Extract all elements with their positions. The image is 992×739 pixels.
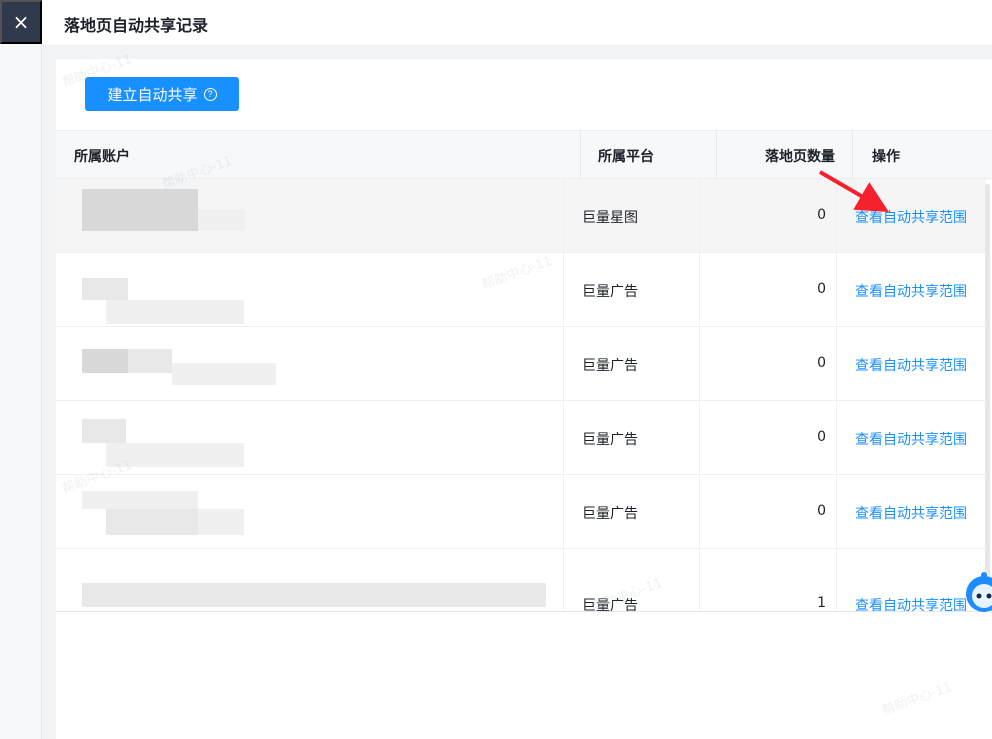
row-divider (836, 327, 837, 401)
account-mosaic (66, 401, 546, 475)
row-divider (563, 179, 564, 253)
header-action: 操作 (872, 149, 900, 165)
row-divider (563, 475, 564, 549)
create-auto-share-label: 建立自动共享 (107, 86, 198, 104)
view-share-scope-link[interactable]: 查看自动共享范围 (855, 281, 967, 301)
row-divider (563, 253, 564, 327)
count-cell: 0 (817, 281, 826, 297)
assistant-robot-icon[interactable] (962, 566, 992, 626)
view-share-scope-link[interactable]: 查看自动共享范围 (855, 429, 967, 449)
row-divider (563, 327, 564, 401)
annotation-arrow-icon (818, 170, 889, 213)
platform-cell: 巨量广告 (582, 432, 638, 448)
left-sidebar (0, 0, 42, 739)
view-share-scope-link[interactable]: 查看自动共享范围 (855, 503, 967, 523)
close-icon[interactable]: × (0, 0, 42, 44)
table-bottom-border (56, 611, 986, 612)
table-row: 巨量广告 1 查看自动共享范围 (56, 549, 986, 611)
row-divider (836, 253, 837, 327)
count-cell: 0 (817, 503, 826, 519)
row-divider (836, 549, 837, 611)
table-scrollbar[interactable] (985, 184, 990, 604)
account-mosaic (66, 179, 546, 253)
header-account: 所属账户 (74, 149, 130, 165)
platform-cell: 巨量广告 (582, 598, 638, 611)
header-count: 落地页数量 (765, 149, 835, 165)
table-row: 巨量广告 0 查看自动共享范围 (56, 253, 986, 327)
row-divider (699, 475, 700, 549)
row-divider (699, 327, 700, 401)
header-platform: 所属平台 (598, 149, 654, 165)
row-divider (699, 179, 700, 253)
account-mosaic (66, 253, 546, 327)
table-row: 巨量广告 0 查看自动共享范围 (56, 475, 986, 549)
row-divider (699, 253, 700, 327)
account-mosaic (66, 549, 546, 611)
table-body: 巨量星图 0 查看自动共享范围 巨量广告 0 查看自动共享范围 巨量广告 0 查… (56, 179, 986, 611)
row-divider (699, 549, 700, 611)
drawer-header: 落地页自动共享记录 (42, 0, 992, 46)
help-icon[interactable]: ? (203, 87, 217, 101)
share-record-page: × 落地页自动共享记录 建立自动共享 ? 所属账户 所属平台 落地页数量 操作 (0, 0, 992, 739)
view-share-scope-link[interactable]: 查看自动共享范围 (855, 355, 967, 375)
table-row: 巨量广告 0 查看自动共享范围 (56, 327, 986, 401)
row-divider (563, 549, 564, 611)
platform-cell: 巨量广告 (582, 284, 638, 300)
column-divider (580, 131, 581, 179)
account-mosaic (66, 475, 546, 549)
platform-cell: 巨量广告 (582, 358, 638, 374)
row-divider (836, 475, 837, 549)
platform-cell: 巨量星图 (582, 210, 638, 226)
content-panel: 建立自动共享 ? 所属账户 所属平台 落地页数量 操作 巨量星图 0 查看自动共… (56, 59, 992, 739)
count-cell: 1 (817, 595, 826, 611)
row-divider (563, 401, 564, 475)
count-cell: 0 (817, 355, 826, 371)
platform-cell: 巨量广告 (582, 506, 638, 522)
page-title: 落地页自动共享记录 (64, 16, 209, 35)
table-row: 巨量广告 0 查看自动共享范围 (56, 401, 986, 475)
column-divider (716, 131, 717, 179)
row-divider (699, 401, 700, 475)
row-divider (836, 401, 837, 475)
count-cell: 0 (817, 429, 826, 445)
account-mosaic (66, 327, 546, 401)
view-share-scope-link[interactable]: 查看自动共享范围 (855, 595, 967, 611)
create-auto-share-button[interactable]: 建立自动共享 ? (85, 77, 239, 111)
